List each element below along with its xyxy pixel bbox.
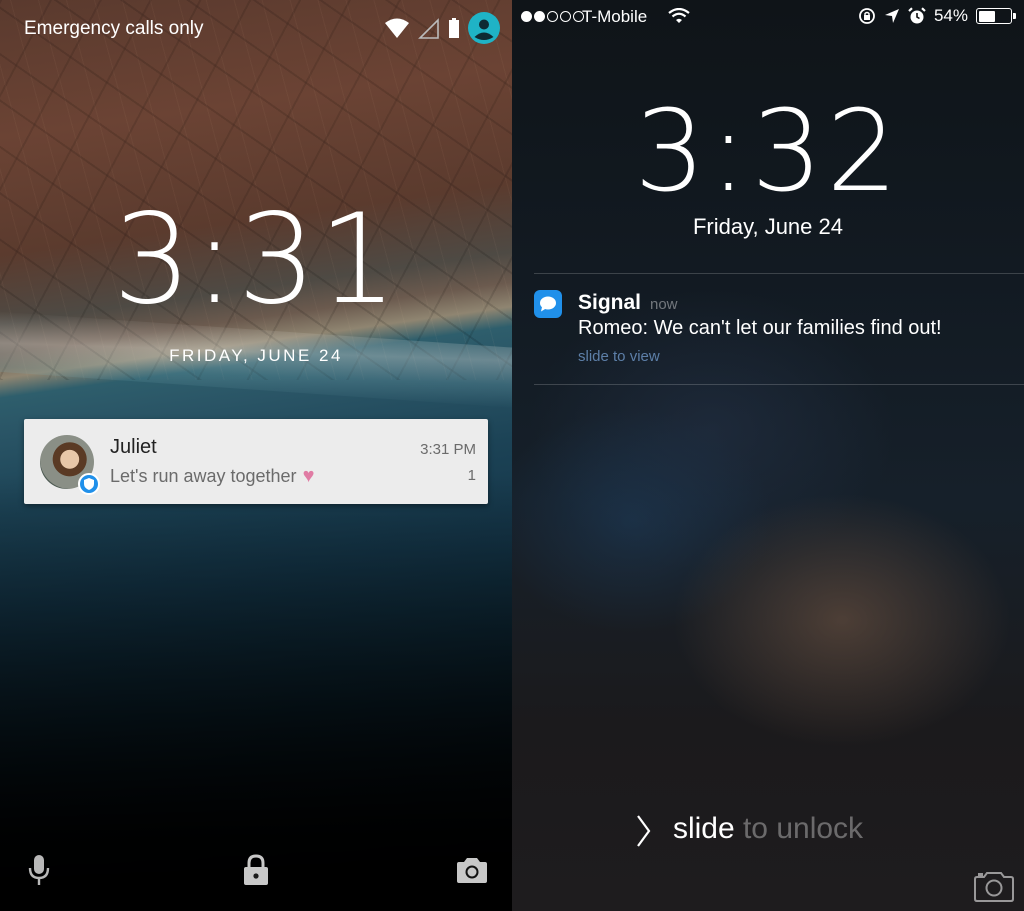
wifi-icon xyxy=(385,18,409,38)
avatar xyxy=(40,435,100,495)
ios-status-right: 54% xyxy=(858,6,1016,26)
to-unlock-text: to unlock xyxy=(734,812,864,845)
notification-message[interactable]: Romeo: We can't let our families find ou… xyxy=(578,317,942,340)
signal-badge-icon xyxy=(78,473,100,495)
location-arrow-icon xyxy=(884,9,899,23)
ios-status-bar: T-Mobile 54% xyxy=(512,0,1024,34)
mic-icon[interactable] xyxy=(28,854,50,886)
ios-date: Friday, June 24 xyxy=(692,214,843,239)
signal-strength-dots-icon xyxy=(521,11,584,22)
notification-time: now xyxy=(650,296,678,313)
carrier-name: T-Mobile xyxy=(582,7,648,26)
wifi-icon xyxy=(668,8,690,23)
android-status-icons xyxy=(384,12,500,44)
ios-clock: 3:32 xyxy=(634,87,902,217)
heart-emoji-icon: ♥ xyxy=(302,465,315,487)
notification-message: Let's run away together xyxy=(110,466,297,486)
battery-percent: 54% xyxy=(933,6,968,25)
notification-app-name: Signal xyxy=(578,291,642,314)
slide-to-unlock[interactable]: slide to unlock xyxy=(512,812,1024,846)
notification-message-row: Let's run away together ♥ xyxy=(110,465,314,488)
battery-icon xyxy=(449,18,459,38)
signal-icon xyxy=(418,18,439,39)
lock-icon[interactable] xyxy=(243,854,269,886)
rotation-lock-icon xyxy=(859,8,875,24)
android-notification[interactable]: Juliet Let's run away together ♥ 3:31 PM… xyxy=(24,419,488,504)
notification-title: Juliet xyxy=(110,436,157,458)
user-icon[interactable] xyxy=(468,12,500,44)
notification-time: 3:31 PM xyxy=(420,441,476,458)
notification-divider-top xyxy=(534,273,1024,274)
camera-icon[interactable] xyxy=(457,857,487,883)
camera-icon[interactable] xyxy=(974,870,1014,902)
notification-count: 1 xyxy=(467,467,476,484)
slide-text: slide xyxy=(672,812,735,845)
ios-lock-screen: T-Mobile 54% 3:32 Friday, June 24 Signal… xyxy=(512,0,1024,911)
status-emergency-text: Emergency calls only xyxy=(24,18,204,39)
notification-divider-bottom xyxy=(534,384,1024,385)
android-lock-screen: Emergency calls only 3:31 FRIDAY, JUNE 2… xyxy=(0,0,512,911)
signal-app-icon xyxy=(534,290,562,318)
android-clock: 3:31 xyxy=(112,188,400,332)
android-date: FRIDAY, JUNE 24 xyxy=(169,346,343,365)
slide-to-view-link[interactable]: slide to view xyxy=(578,348,660,365)
battery-icon xyxy=(976,8,1016,24)
alarm-icon xyxy=(908,7,926,24)
